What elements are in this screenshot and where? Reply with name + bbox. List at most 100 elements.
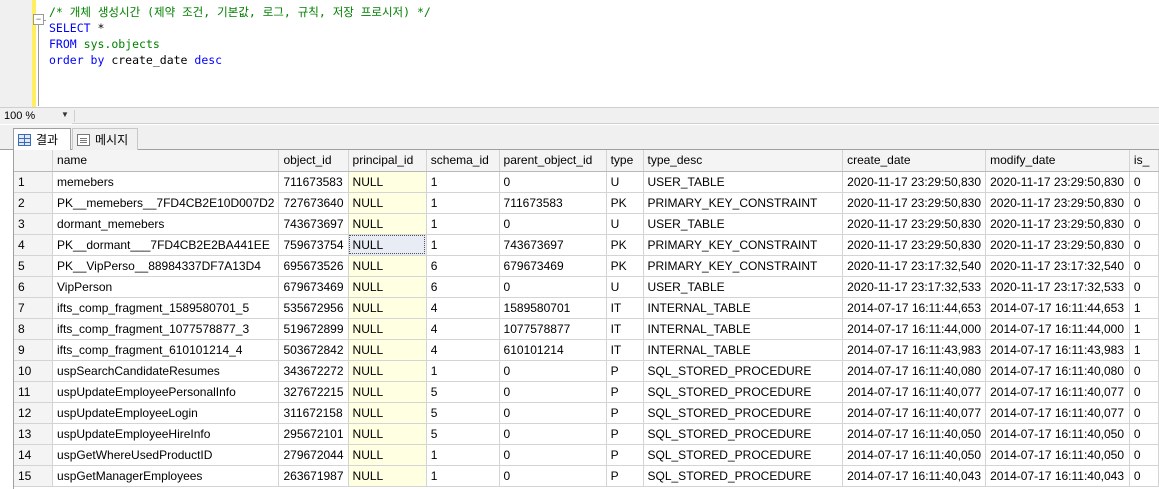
grid-cell[interactable]: 0 bbox=[499, 423, 607, 445]
column-header[interactable]: modify_date bbox=[985, 150, 1130, 172]
table-row[interactable]: 10 uspSearchCandidateResumes 343672272 NULL… bbox=[14, 360, 1159, 382]
grid-cell[interactable]: 2014-07-17 16:11:40,043 bbox=[985, 465, 1130, 487]
row-number[interactable]: 7 bbox=[14, 297, 54, 319]
column-header[interactable]: schema_id bbox=[426, 150, 500, 172]
column-header[interactable]: principal_id bbox=[348, 150, 427, 172]
row-number[interactable]: 12 bbox=[14, 402, 54, 424]
grid-cell[interactable]: 0 bbox=[1129, 423, 1159, 445]
grid-cell[interactable]: IT bbox=[606, 318, 644, 340]
grid-cell[interactable]: 343672272 bbox=[278, 360, 349, 382]
collapse-region-icon[interactable] bbox=[33, 14, 46, 106]
table-row[interactable]: 5 PK__VipPerso__88984337DF7A13D4 695673526… bbox=[14, 255, 1159, 277]
grid-cell[interactable]: 263671987 bbox=[278, 465, 349, 487]
grid-cell[interactable]: 0 bbox=[499, 276, 607, 298]
row-number[interactable]: 15 bbox=[14, 465, 54, 487]
grid-cell[interactable]: uspUpdateEmployeeHireInfo bbox=[52, 423, 280, 445]
grid-cell[interactable]: PK__VipPerso__88984337DF7A13D4 bbox=[52, 255, 280, 277]
grid-cell[interactable]: INTERNAL_TABLE bbox=[643, 297, 844, 319]
grid-cell[interactable]: uspSearchCandidateResumes bbox=[52, 360, 280, 382]
chevron-down-icon[interactable]: ▼ bbox=[61, 110, 69, 119]
grid-cell[interactable]: 2020-11-17 23:17:32,540 bbox=[842, 255, 987, 277]
grid-cell[interactable]: dormant_memebers bbox=[52, 213, 280, 235]
column-header[interactable]: type_desc bbox=[643, 150, 844, 172]
grid-cell[interactable]: 1 bbox=[426, 444, 500, 466]
grid-cell[interactable]: uspGetWhereUsedProductID bbox=[52, 444, 280, 466]
grid-cell[interactable]: 2014-07-17 16:11:44,653 bbox=[985, 297, 1130, 319]
grid-cell[interactable]: NULL bbox=[348, 276, 427, 298]
grid-cell[interactable]: 327672215 bbox=[278, 381, 349, 403]
grid-cell[interactable]: 2020-11-17 23:29:50,830 bbox=[985, 213, 1130, 235]
tab-messages[interactable]: 메시지 bbox=[72, 128, 138, 150]
grid-cell[interactable]: 743673697 bbox=[499, 234, 607, 256]
table-row[interactable]: 15 uspGetManagerEmployees 263671987 NULL 1 0 P… bbox=[14, 465, 1159, 487]
grid-cell[interactable]: VipPerson bbox=[52, 276, 280, 298]
row-number[interactable]: 13 bbox=[14, 423, 54, 445]
grid-cell[interactable]: NULL bbox=[348, 381, 427, 403]
grid-cell[interactable]: 0 bbox=[1129, 213, 1159, 235]
grid-cell[interactable]: PK bbox=[606, 255, 644, 277]
grid-cell[interactable]: 2014-07-17 16:11:43,983 bbox=[985, 339, 1130, 361]
grid-cell[interactable]: SQL_STORED_PROCEDURE bbox=[643, 423, 844, 445]
grid-cell[interactable]: 0 bbox=[1129, 360, 1159, 382]
table-row[interactable]: 14 uspGetWhereUsedProductID 279672044 NULL 1… bbox=[14, 444, 1159, 466]
grid-cell[interactable]: P bbox=[606, 402, 644, 424]
grid-cell[interactable]: ifts_comp_fragment_610101214_4 bbox=[52, 339, 280, 361]
grid-cell[interactable]: NULL bbox=[348, 192, 427, 214]
grid-cell[interactable]: NULL bbox=[348, 297, 427, 319]
grid-cell[interactable]: U bbox=[606, 213, 644, 235]
row-number[interactable]: 5 bbox=[14, 255, 54, 277]
grid-cell[interactable]: 0 bbox=[1129, 465, 1159, 487]
grid-cell[interactable]: NULL bbox=[348, 402, 427, 424]
grid-cell[interactable]: 2014-07-17 16:11:40,080 bbox=[985, 360, 1130, 382]
column-header[interactable]: object_id bbox=[278, 150, 349, 172]
column-header[interactable]: is_ bbox=[1129, 150, 1159, 172]
grid-cell[interactable]: NULL bbox=[348, 171, 427, 193]
grid-cell[interactable]: 2014-07-17 16:11:44,000 bbox=[985, 318, 1130, 340]
grid-cell[interactable]: 0 bbox=[499, 402, 607, 424]
grid-cell[interactable]: IT bbox=[606, 339, 644, 361]
grid-cell[interactable]: 2020-11-17 23:29:50,830 bbox=[985, 234, 1130, 256]
query-editor[interactable]: /* 개체 생성시간 (제약 조건, 기본값, 로그, 규칙, 저장 프로시저)… bbox=[0, 0, 1159, 107]
grid-cell[interactable]: PK__memebers__7FD4CB2E10D007D2 bbox=[52, 192, 280, 214]
grid-cell[interactable]: 0 bbox=[1129, 381, 1159, 403]
grid-cell[interactable]: 1 bbox=[426, 171, 500, 193]
grid-cell[interactable]: 2014-07-17 16:11:44,000 bbox=[842, 318, 987, 340]
grid-cell[interactable]: SQL_STORED_PROCEDURE bbox=[643, 444, 844, 466]
grid-cell[interactable]: P bbox=[606, 465, 644, 487]
grid-cell[interactable]: 2020-11-17 23:29:50,830 bbox=[842, 213, 987, 235]
grid-cell[interactable]: U bbox=[606, 276, 644, 298]
grid-cell[interactable]: PK bbox=[606, 192, 644, 214]
grid-cell[interactable]: 535672956 bbox=[278, 297, 349, 319]
grid-cell[interactable]: NULL bbox=[348, 339, 427, 361]
grid-cell[interactable]: 1077578877 bbox=[499, 318, 607, 340]
row-number[interactable]: 11 bbox=[14, 381, 54, 403]
grid-cell[interactable]: 711673583 bbox=[278, 171, 349, 193]
tab-results[interactable]: 결과 bbox=[13, 128, 71, 150]
row-number[interactable]: 9 bbox=[14, 339, 54, 361]
grid-cell[interactable]: 279672044 bbox=[278, 444, 349, 466]
code-line[interactable]: SELECT * bbox=[49, 20, 431, 36]
grid-cell[interactable]: 1 bbox=[1129, 339, 1159, 361]
grid-cell[interactable]: SQL_STORED_PROCEDURE bbox=[643, 381, 844, 403]
grid-cell[interactable]: NULL bbox=[348, 360, 427, 382]
grid-cell[interactable]: 5 bbox=[426, 381, 500, 403]
grid-cell[interactable]: NULL bbox=[348, 234, 427, 256]
grid-cell[interactable]: 711673583 bbox=[499, 192, 607, 214]
row-number[interactable]: 6 bbox=[14, 276, 54, 298]
grid-cell[interactable]: PRIMARY_KEY_CONSTRAINT bbox=[643, 192, 844, 214]
grid-cell[interactable]: NULL bbox=[348, 465, 427, 487]
grid-cell[interactable]: 0 bbox=[1129, 402, 1159, 424]
grid-cell[interactable]: USER_TABLE bbox=[643, 171, 844, 193]
grid-cell[interactable]: 311672158 bbox=[278, 402, 349, 424]
row-number[interactable]: 1 bbox=[14, 171, 54, 193]
row-number[interactable]: 2 bbox=[14, 192, 54, 214]
sql-code[interactable]: /* 개체 생성시간 (제약 조건, 기본값, 로그, 규칙, 저장 프로시저)… bbox=[49, 4, 431, 68]
grid-cell[interactable]: 5 bbox=[426, 423, 500, 445]
grid-cell[interactable]: 0 bbox=[499, 465, 607, 487]
results-grid[interactable]: name object_id principal_id schema_id parent… bbox=[13, 150, 1159, 489]
grid-cell[interactable]: 1 bbox=[426, 213, 500, 235]
grid-cell[interactable]: 0 bbox=[1129, 276, 1159, 298]
grid-cell[interactable]: 679673469 bbox=[499, 255, 607, 277]
grid-cell[interactable]: 0 bbox=[1129, 444, 1159, 466]
grid-cell[interactable]: uspUpdateEmployeeLogin bbox=[52, 402, 280, 424]
